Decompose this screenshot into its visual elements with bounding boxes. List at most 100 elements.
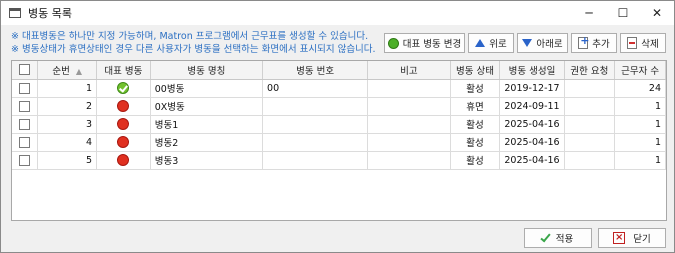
apply-button[interactable]: 적용	[524, 228, 592, 248]
red-circle-icon	[117, 136, 130, 148]
staff-cell: 1	[614, 115, 666, 134]
note-cell[interactable]	[367, 97, 451, 116]
note-cell[interactable]	[367, 79, 451, 98]
col-header-seq-label: 순번	[52, 65, 70, 77]
select-all-cell	[12, 61, 39, 80]
col-header-created[interactable]: 병동 생성일	[499, 61, 565, 80]
arrow-up-icon	[475, 39, 486, 47]
primary-cell	[96, 97, 151, 116]
number-cell[interactable]	[262, 151, 369, 170]
add-button[interactable]: 추가	[571, 33, 617, 53]
request-cell	[564, 115, 616, 134]
col-header-note[interactable]: 비고	[367, 61, 451, 80]
minimize-button[interactable]: ─	[572, 1, 606, 25]
title-bar[interactable]: 병동 목록 ─ ☐ ✕	[1, 1, 674, 25]
window-controls: ─ ☐ ✕	[572, 1, 674, 25]
row-select-cell	[12, 133, 39, 152]
move-up-button[interactable]: 위로	[468, 33, 514, 53]
delete-document-icon	[627, 37, 638, 49]
col-header-staff[interactable]: 근무자 수	[614, 61, 666, 80]
status-cell: 활성	[450, 133, 501, 152]
row-checkbox[interactable]	[19, 100, 31, 112]
primary-cell	[96, 115, 151, 134]
col-header-seq[interactable]: 순번 ▲	[37, 61, 98, 80]
ward-table: 순번 ▲ 대표 병동 병동 명칭 병동 번호 비고 병동 상태 병동 생성일 권한…	[11, 60, 667, 221]
seq-cell: 4	[37, 133, 98, 152]
col-header-status[interactable]: 병동 상태	[450, 61, 501, 80]
note-dormant-ward: ※ 병동상태가 휴면상태인 경우 다른 사용자가 병동을 선택하는 화면에서 표…	[11, 44, 376, 55]
table-row[interactable]: 5 병동3 활성 2025-04-16 1	[12, 151, 666, 170]
staff-cell: 1	[614, 151, 666, 170]
row-checkbox[interactable]	[19, 136, 31, 148]
delete-label: 삭제	[641, 39, 659, 50]
primary-check-icon	[117, 82, 130, 94]
row-select-cell	[12, 79, 39, 98]
table-row[interactable]: 4 병동2 활성 2025-04-16 1	[12, 133, 666, 152]
staff-cell: 1	[614, 97, 666, 116]
note-primary-ward: ※ 대표병동은 하나만 지정 가능하며, Matron 프로그램에서 근무표를 …	[11, 31, 369, 42]
name-cell[interactable]: 병동2	[150, 133, 264, 152]
number-cell[interactable]	[262, 133, 369, 152]
seq-cell: 3	[37, 115, 98, 134]
status-cell: 활성	[450, 79, 501, 98]
ward-list-window: 병동 목록 ─ ☐ ✕ ※ 대표병동은 하나만 지정 가능하며, Matron …	[0, 0, 675, 253]
seq-cell: 1	[37, 79, 98, 98]
seq-cell: 5	[37, 151, 98, 170]
created-cell: 2019-12-17	[499, 79, 565, 98]
table-row[interactable]: 2 0X병동 휴면 2024-09-11 1	[12, 97, 666, 116]
primary-cell	[96, 79, 151, 98]
staff-cell: 24	[614, 79, 666, 98]
col-header-primary[interactable]: 대표 병동	[96, 61, 151, 80]
created-cell: 2025-04-16	[499, 133, 565, 152]
col-header-request[interactable]: 권한 요청	[564, 61, 616, 80]
delete-button[interactable]: 삭제	[620, 33, 666, 53]
number-cell[interactable]: 00	[262, 79, 369, 98]
status-cell: 활성	[450, 115, 501, 134]
row-select-cell	[12, 115, 39, 134]
red-circle-icon	[117, 154, 130, 166]
status-cell: 활성	[450, 151, 501, 170]
select-all-checkbox[interactable]	[19, 64, 31, 76]
close-icon: ×	[613, 232, 626, 244]
col-header-number[interactable]: 병동 번호	[262, 61, 369, 80]
arrow-down-icon	[522, 39, 533, 47]
table-row[interactable]: 3 병동1 활성 2025-04-16 1	[12, 115, 666, 134]
row-checkbox[interactable]	[19, 82, 31, 94]
row-checkbox[interactable]	[19, 118, 31, 130]
check-icon	[540, 231, 551, 242]
seq-cell: 2	[37, 97, 98, 116]
sort-icon: ▲	[75, 66, 83, 76]
red-circle-icon	[117, 100, 130, 112]
name-cell[interactable]: 00병동	[150, 79, 264, 98]
move-down-button[interactable]: 아래로	[517, 33, 568, 53]
green-circle-icon	[387, 37, 399, 49]
note-cell[interactable]	[367, 151, 451, 170]
created-cell: 2025-04-16	[499, 115, 565, 134]
close-button[interactable]: × 닫기	[598, 228, 666, 248]
close-window-button[interactable]: ✕	[640, 1, 674, 25]
staff-cell: 1	[614, 133, 666, 152]
row-checkbox[interactable]	[19, 154, 31, 166]
request-cell	[564, 97, 616, 116]
created-cell: 2025-04-16	[499, 151, 565, 170]
note-cell[interactable]	[367, 133, 451, 152]
table-header: 순번 ▲ 대표 병동 병동 명칭 병동 번호 비고 병동 상태 병동 생성일 권한…	[12, 61, 666, 80]
set-primary-ward-label: 대표 병동 변경	[402, 39, 462, 50]
move-up-label: 위로	[489, 39, 507, 50]
add-document-icon	[578, 34, 589, 49]
add-label: 추가	[592, 39, 610, 50]
name-cell[interactable]: 0X병동	[150, 97, 264, 116]
number-cell[interactable]	[262, 97, 369, 116]
red-circle-icon	[117, 118, 130, 130]
name-cell[interactable]: 병동3	[150, 151, 264, 170]
col-header-name[interactable]: 병동 명칭	[150, 61, 264, 80]
number-cell[interactable]	[262, 115, 369, 134]
name-cell[interactable]: 병동1	[150, 115, 264, 134]
table-row[interactable]: 1 00병동 00 활성 2019-12-17 24	[12, 79, 666, 98]
request-cell	[564, 133, 616, 152]
created-cell: 2024-09-11	[499, 97, 565, 116]
note-cell[interactable]	[367, 115, 451, 134]
set-primary-ward-button[interactable]: 대표 병동 변경	[384, 33, 465, 53]
close-label: 닫기	[633, 234, 651, 245]
maximize-button[interactable]: ☐	[606, 1, 640, 25]
